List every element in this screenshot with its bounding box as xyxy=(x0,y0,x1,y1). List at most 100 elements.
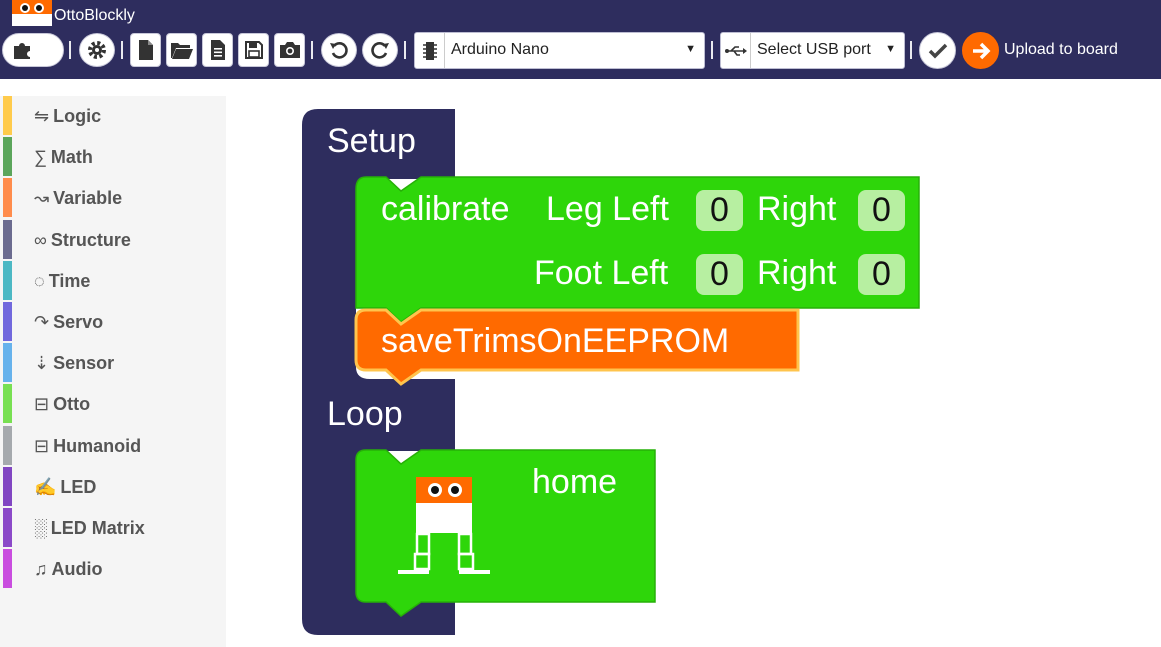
category-label-text: Servo xyxy=(53,312,104,332)
category-label-text: Logic xyxy=(53,106,102,126)
code-file-button[interactable] xyxy=(202,33,233,67)
otto-logo-icon xyxy=(12,0,52,26)
sidebar-item-label: ⇋ Logic xyxy=(34,106,101,127)
category-color-bar xyxy=(3,549,12,589)
sidebar-item-led[interactable]: ✍ LED xyxy=(0,466,226,507)
block-canvas xyxy=(302,109,920,635)
category-label-text: Audio xyxy=(51,559,103,580)
category-color-bar xyxy=(3,384,12,424)
camera-icon xyxy=(279,42,300,58)
sidebar-item-label: ⇣ Sensor xyxy=(34,353,114,374)
save-button[interactable] xyxy=(238,33,269,67)
category-label-text: LED xyxy=(60,476,97,497)
category-color-bar xyxy=(3,260,12,300)
leg-right-label: Right xyxy=(757,190,837,228)
foot-right-label: Right xyxy=(757,254,837,292)
category-color-bar xyxy=(3,508,12,547)
category-color-bar xyxy=(3,219,12,259)
sidebar-item-variable[interactable]: ↝ Variable xyxy=(0,178,226,218)
category-glyph-icon: ⊟ xyxy=(34,435,50,456)
puzzle-icon xyxy=(14,43,30,59)
category-glyph-icon: ✍ xyxy=(34,476,57,497)
board-select[interactable]: Arduino Nano ▼ xyxy=(414,32,705,69)
category-label-text: Humanoid xyxy=(53,435,142,456)
open-file-button[interactable] xyxy=(166,33,197,67)
undo-icon xyxy=(330,42,348,59)
sidebar-item-label: ⊟ Humanoid xyxy=(34,436,141,457)
leg-left-label: Leg Left xyxy=(546,190,669,228)
verify-button[interactable] xyxy=(919,32,956,69)
port-select[interactable]: Select USB port ▼ xyxy=(720,32,905,69)
category-color-bar xyxy=(3,178,12,218)
calibrate-label: calibrate xyxy=(381,190,510,228)
usb-icon xyxy=(721,33,751,68)
category-color-bar xyxy=(3,96,12,135)
new-file-icon xyxy=(138,40,153,60)
category-color-bar xyxy=(3,425,12,465)
category-label-text: Otto xyxy=(53,394,91,415)
sidebar-item-label: ⊟ Otto xyxy=(34,394,90,415)
sidebar-item-otto[interactable]: ⊟ Otto xyxy=(0,384,226,424)
blocks-view-toggle[interactable] xyxy=(2,33,64,67)
check-icon xyxy=(928,43,947,58)
save-icon xyxy=(244,41,263,59)
category-label-text: Time xyxy=(48,270,91,291)
sidebar-item-time[interactable]: ◌ Time xyxy=(0,260,226,301)
sidebar-item-structure[interactable]: ∞ Structure xyxy=(0,219,226,260)
leg-left-value-field[interactable]: 0 xyxy=(696,190,743,231)
category-color-bar xyxy=(3,137,12,177)
category-label-text: Variable xyxy=(53,188,123,209)
sidebar-item-logic[interactable]: ⇋ Logic xyxy=(0,96,226,136)
category-glyph-icon: ♫ xyxy=(34,559,48,580)
redo-icon xyxy=(371,42,389,59)
open-folder-icon xyxy=(170,43,193,59)
top-toolbar: OttoBlockly Arduino Nano ▼ Select USB po… xyxy=(0,0,1161,79)
category-glyph-icon: ∑ xyxy=(34,147,47,168)
category-glyph-icon: ◌ xyxy=(34,270,45,291)
sidebar-item-sensor[interactable]: ⇣ Sensor xyxy=(0,343,226,383)
category-glyph-icon: ░ xyxy=(34,518,47,538)
upload-label[interactable]: Upload to board xyxy=(1004,41,1118,59)
category-label-text: LED Matrix xyxy=(50,518,145,538)
category-toolbox: ⇋ Logic ∑ Math ↝ Variable ∞ Structure ◌ Time ↷ Serv… xyxy=(0,96,226,647)
foot-left-label: Foot Left xyxy=(534,254,669,292)
sidebar-item-math[interactable]: ∑ Math xyxy=(0,137,226,177)
chevron-down-icon: ▼ xyxy=(885,43,896,55)
sidebar-item-audio[interactable]: ♫ Audio xyxy=(0,549,226,589)
sidebar-item-label: ∑ Math xyxy=(34,147,93,168)
sidebar-item-led-matrix[interactable]: ░ LED Matrix xyxy=(0,508,226,548)
sidebar-item-label: ♫ Audio xyxy=(34,559,103,580)
category-glyph-icon: ⇣ xyxy=(34,353,50,374)
leg-right-value-field[interactable]: 0 xyxy=(858,190,905,231)
sidebar-item-label: ↝ Variable xyxy=(34,188,122,209)
sidebar-item-servo[interactable]: ↷ Servo xyxy=(0,302,226,342)
category-label-text: Sensor xyxy=(53,353,115,374)
setup-label: Setup xyxy=(327,122,416,160)
foot-left-value-field[interactable]: 0 xyxy=(696,254,743,295)
redo-button[interactable] xyxy=(362,33,398,67)
code-file-icon xyxy=(210,40,225,60)
blockly-workspace[interactable]: Setup Loop calibrate Leg Left 0 Right 0 … xyxy=(226,79,1161,647)
upload-button[interactable] xyxy=(962,32,999,69)
category-label-text: Structure xyxy=(50,229,131,250)
gear-icon xyxy=(88,41,106,59)
settings-button[interactable] xyxy=(79,33,115,67)
category-color-bar xyxy=(3,302,12,341)
upload-arrow-icon xyxy=(972,42,990,59)
loop-label: Loop xyxy=(327,395,403,433)
undo-button[interactable] xyxy=(321,33,357,67)
save-trims-label: saveTrimsOnEEPROM xyxy=(381,322,730,360)
home-label: home xyxy=(532,463,618,501)
sidebar-item-label: ∞ Structure xyxy=(34,230,131,251)
screenshot-button[interactable] xyxy=(274,33,305,67)
category-color-bar xyxy=(3,466,12,506)
new-file-button[interactable] xyxy=(130,33,161,67)
category-color-bar xyxy=(3,343,12,383)
app-title: OttoBlockly xyxy=(54,7,135,24)
foot-right-value-field[interactable]: 0 xyxy=(858,254,905,295)
board-select-value: Arduino Nano xyxy=(451,41,549,58)
category-glyph-icon: ⊟ xyxy=(34,394,50,415)
sidebar-item-label: ░ LED Matrix xyxy=(34,518,145,539)
port-select-value: Select USB port xyxy=(757,41,871,58)
sidebar-item-humanoid[interactable]: ⊟ Humanoid xyxy=(0,425,226,466)
